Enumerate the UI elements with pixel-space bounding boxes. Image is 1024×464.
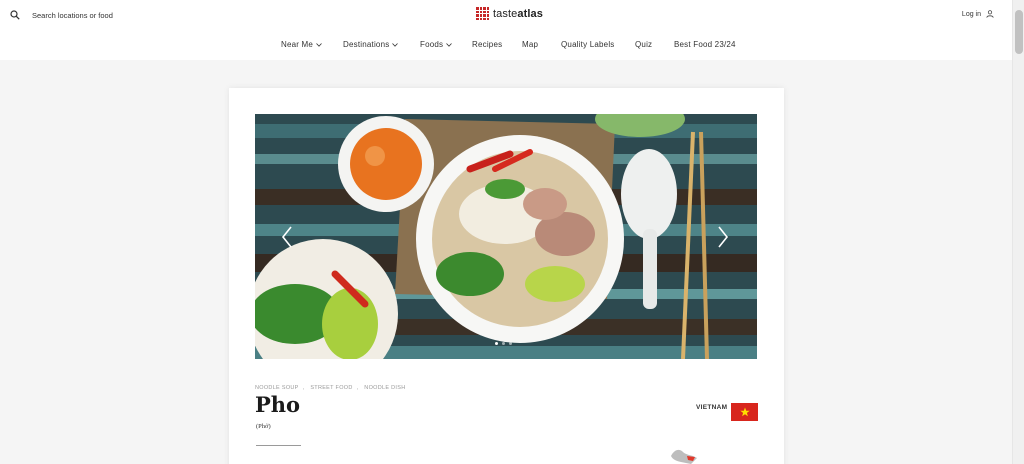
- user-icon[interactable]: [986, 10, 994, 18]
- nav-label[interactable]: Best Food 23/24: [674, 40, 736, 49]
- tag-link[interactable]: NOODLE SOUP: [255, 385, 299, 391]
- nav-quiz[interactable]: Quiz: [635, 40, 652, 49]
- carousel-dot[interactable]: [509, 342, 512, 345]
- carousel-indicators: [495, 342, 512, 345]
- chevron-down-icon: [392, 42, 399, 47]
- tag-link[interactable]: NOODLE DISH: [364, 385, 405, 391]
- dish-card: NOODLE SOUP, STREET FOOD, NOODLE DISH Ph…: [229, 88, 784, 464]
- search-bar[interactable]: Search locations or food: [10, 8, 113, 22]
- logo-text: tasteatlas: [493, 7, 543, 20]
- nav-destinations[interactable]: Destinations: [343, 40, 399, 49]
- scrollbar-thumb[interactable]: [1015, 10, 1023, 54]
- nav-foods[interactable]: Foods: [420, 40, 453, 49]
- dish-tags: NOODLE SOUP, STREET FOOD, NOODLE DISH: [255, 385, 406, 391]
- arrow-left-icon[interactable]: [281, 226, 293, 248]
- dish-title: Pho: [255, 392, 301, 417]
- nav-recipes[interactable]: Recipes: [472, 40, 502, 49]
- nav-label[interactable]: Quiz: [635, 40, 652, 49]
- nav-label[interactable]: Foods: [420, 40, 443, 49]
- title-divider: [256, 445, 301, 446]
- logo-icon: [476, 7, 489, 20]
- search-input[interactable]: Search locations or food: [32, 11, 113, 20]
- login-label[interactable]: Log in: [962, 11, 981, 18]
- tag-link[interactable]: STREET FOOD: [310, 385, 352, 391]
- nav-label[interactable]: Map: [522, 40, 538, 49]
- dish-local-name: (Phở): [256, 423, 271, 430]
- nav-quality-labels[interactable]: Quality Labels: [561, 40, 615, 49]
- dish-photo: [255, 114, 757, 359]
- nav-best-food[interactable]: Best Food 23/24: [674, 40, 736, 49]
- search-icon[interactable]: [10, 10, 20, 20]
- carousel-dot[interactable]: [502, 342, 505, 345]
- login-link[interactable]: Log in: [962, 10, 994, 18]
- vietnam-flag-icon[interactable]: [731, 403, 758, 421]
- star-icon: [739, 407, 750, 417]
- nav-near-me[interactable]: Near Me: [281, 40, 322, 49]
- dish-photo-carousel[interactable]: [255, 114, 757, 359]
- nav-label[interactable]: Near Me: [281, 40, 313, 49]
- page-scrollbar[interactable]: [1012, 0, 1024, 464]
- nav-map[interactable]: Map: [522, 40, 538, 49]
- main-nav: Near Me Destinations Foods Recipes Map Q…: [0, 40, 1012, 52]
- site-logo[interactable]: tasteatlas: [476, 7, 543, 20]
- country-label[interactable]: VIETNAM: [696, 404, 727, 411]
- arrow-right-icon[interactable]: [717, 226, 729, 248]
- nav-label[interactable]: Quality Labels: [561, 40, 615, 49]
- chevron-down-icon: [316, 42, 322, 47]
- carousel-dot[interactable]: [495, 342, 498, 345]
- country-map[interactable]: [669, 446, 699, 464]
- chevron-down-icon: [446, 42, 453, 47]
- nav-label[interactable]: Recipes: [472, 40, 502, 49]
- nav-label[interactable]: Destinations: [343, 40, 389, 49]
- top-header: Search locations or food tasteatlas Log …: [0, 0, 1012, 60]
